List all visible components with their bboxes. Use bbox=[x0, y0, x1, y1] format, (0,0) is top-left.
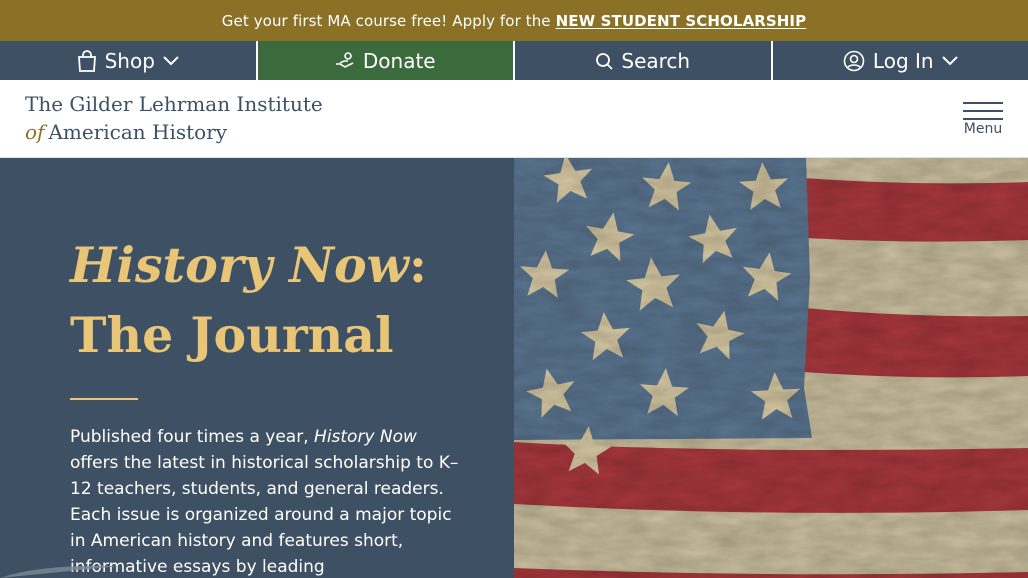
hero-title-italic: History Now bbox=[70, 236, 409, 294]
site-header: The Gilder Lehrman Institute of American … bbox=[0, 80, 1028, 158]
chevron-down-icon bbox=[163, 55, 179, 65]
menu-button[interactable]: Menu bbox=[963, 102, 1003, 137]
hero-title: History Now: The Journal bbox=[70, 230, 427, 370]
american-flag-illustration bbox=[514, 158, 1028, 578]
shop-button[interactable]: Shop bbox=[0, 41, 258, 80]
menu-label: Menu bbox=[963, 121, 1003, 137]
logo-line-1: The Gilder Lehrman Institute bbox=[25, 92, 323, 116]
donate-label: Donate bbox=[362, 48, 436, 73]
hero-title-line-2: The Journal bbox=[70, 306, 394, 364]
donate-hand-icon bbox=[335, 51, 354, 68]
announcement-bar: Get your first MA course free! Apply for… bbox=[0, 0, 1028, 41]
hero-body-italic: History Now bbox=[314, 427, 417, 447]
hamburger-icon bbox=[963, 102, 1003, 120]
shopping-bag-icon bbox=[77, 49, 96, 72]
hero-title-colon: : bbox=[408, 236, 427, 294]
user-circle-icon bbox=[843, 50, 865, 71]
search-icon bbox=[596, 52, 614, 70]
hero-panel: History Now: The Journal Published four … bbox=[0, 158, 514, 578]
search-label: Search bbox=[621, 48, 691, 73]
hero-divider bbox=[70, 398, 138, 400]
flag-image bbox=[514, 158, 1028, 578]
search-button[interactable]: Search bbox=[515, 41, 773, 80]
hero-description: Published four times a year, History Now… bbox=[70, 424, 460, 578]
login-label: Log In bbox=[872, 48, 934, 73]
site-logo[interactable]: The Gilder Lehrman Institute of American … bbox=[25, 90, 323, 146]
utility-nav: Shop Donate Search Log In bbox=[0, 41, 1028, 80]
logo-line-2-text: American History bbox=[48, 120, 228, 144]
announcement-text: Get your first MA course free! Apply for… bbox=[221, 11, 551, 30]
logo-of: of bbox=[25, 120, 45, 144]
logo-line-2: of American History bbox=[25, 118, 323, 146]
donate-button[interactable]: Donate bbox=[257, 41, 515, 80]
scholarship-link[interactable]: NEW STUDENT SCHOLARSHIP bbox=[556, 12, 807, 30]
login-button[interactable]: Log In bbox=[773, 41, 1028, 80]
chevron-down-icon bbox=[941, 55, 958, 65]
hero-body-prefix: Published four times a year, bbox=[70, 427, 315, 447]
shop-label: Shop bbox=[104, 48, 155, 73]
decorative-swoosh bbox=[0, 565, 120, 578]
